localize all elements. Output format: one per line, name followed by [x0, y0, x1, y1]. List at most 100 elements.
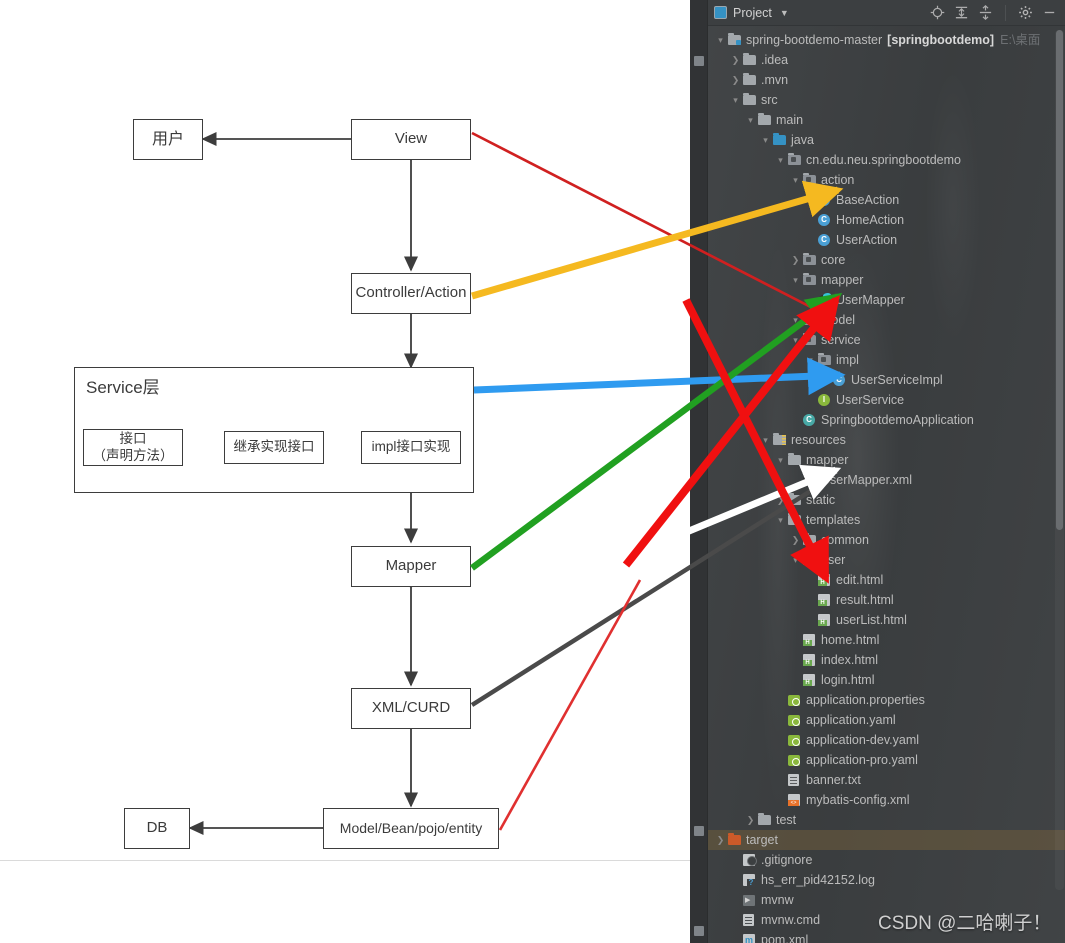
- html-icon: [802, 633, 817, 647]
- chevron-right-icon[interactable]: ❯: [744, 810, 757, 830]
- expand-all-icon[interactable]: [954, 5, 969, 20]
- tree-row-model[interactable]: ▾ model: [708, 310, 1065, 330]
- tree-row-cn-edu-neu-springbootdemo[interactable]: ▾ cn.edu.neu.springbootdemo: [708, 150, 1065, 170]
- tree-row-main[interactable]: ▾ main: [708, 110, 1065, 130]
- chevron-down-icon[interactable]: ▾: [774, 450, 787, 470]
- tree-row-static[interactable]: ❯ static: [708, 490, 1065, 510]
- chevron-right-icon[interactable]: ❯: [729, 70, 742, 90]
- chevron-down-icon[interactable]: ▾: [759, 430, 772, 450]
- tree-row-label: banner.txt: [806, 773, 861, 787]
- tree-row-application-yaml[interactable]: application.yaml: [708, 710, 1065, 730]
- diagram-box-user: 用户: [133, 119, 203, 160]
- tree-row-hs-err-pid42152-log[interactable]: hs_err_pid42152.log: [708, 870, 1065, 890]
- tree-row-springbootdemoapplication[interactable]: C SpringbootdemoApplication: [708, 410, 1065, 430]
- tree-row-usermapper-xml[interactable]: UserMapper.xml: [708, 470, 1065, 490]
- chevron-right-icon[interactable]: ❯: [714, 830, 727, 850]
- tree-row-application-properties[interactable]: application.properties: [708, 690, 1065, 710]
- chevron-down-icon[interactable]: ▾: [774, 150, 787, 170]
- tree-row-mvnw[interactable]: mvnw: [708, 890, 1065, 910]
- tree-row-label: static: [806, 493, 836, 507]
- project-title-group[interactable]: Project ▼: [708, 0, 789, 26]
- bookmarks-stripe-icon[interactable]: [694, 826, 704, 836]
- html-icon: [802, 653, 817, 667]
- tree-row-userserviceimpl[interactable]: C UserServiceImpl: [708, 370, 1065, 390]
- tree-row-userservice[interactable]: I UserService: [708, 390, 1065, 410]
- tree-row-home-html[interactable]: home.html: [708, 630, 1065, 650]
- tree-row-usermapper[interactable]: UserMapper: [708, 290, 1065, 310]
- tree-row-templates[interactable]: ▾ templates: [708, 510, 1065, 530]
- tree-row-core[interactable]: ❯ core: [708, 250, 1065, 270]
- project-tree[interactable]: ▾ spring-bootdemo-master [springbootdemo] E…: [708, 26, 1065, 943]
- locate-icon[interactable]: [930, 5, 945, 20]
- tree-row-label: mapper: [821, 273, 864, 287]
- chevron-down-icon[interactable]: ▾: [804, 350, 817, 370]
- tree-row-target[interactable]: ❯ target: [708, 830, 1065, 850]
- chevron-down-icon[interactable]: ▼: [780, 8, 789, 18]
- class-icon: C: [832, 373, 847, 387]
- folder-source-icon: [772, 133, 787, 147]
- chevron-down-icon[interactable]: ▾: [759, 130, 772, 150]
- tree-row-label: service: [821, 333, 861, 347]
- chevron-down-icon[interactable]: ▾: [774, 510, 787, 530]
- tree-row-application-pro-yaml[interactable]: application-pro.yaml: [708, 750, 1065, 770]
- tree-row-index-html[interactable]: index.html: [708, 650, 1065, 670]
- chevron-down-icon[interactable]: ▾: [744, 110, 757, 130]
- chevron-down-icon[interactable]: ▾: [789, 270, 802, 290]
- log-icon: [742, 873, 757, 887]
- tree-row-mapper[interactable]: ▾ mapper: [708, 270, 1065, 290]
- tree-row-homeaction[interactable]: C HomeAction: [708, 210, 1065, 230]
- tree-row-label: result.html: [836, 593, 894, 607]
- tree-row-label: pom.xml: [761, 933, 809, 943]
- tree-row-impl[interactable]: ▾ impl: [708, 350, 1065, 370]
- structure-stripe-icon[interactable]: [694, 926, 704, 936]
- chevron-right-icon[interactable]: ❯: [729, 50, 742, 70]
- tree-row-application-dev-yaml[interactable]: application-dev.yaml: [708, 730, 1065, 750]
- tree-row--mvn[interactable]: ❯ .mvn: [708, 70, 1065, 90]
- chevron-right-icon[interactable]: ❯: [789, 530, 802, 550]
- tree-row-label: .idea: [761, 53, 789, 67]
- tree-row-common[interactable]: ❯ common: [708, 530, 1065, 550]
- tree-row-mybatis-config-xml[interactable]: mybatis-config.xml: [708, 790, 1065, 810]
- package-icon: [817, 353, 832, 367]
- tree-row-login-html[interactable]: login.html: [708, 670, 1065, 690]
- tree-row--gitignore[interactable]: .gitignore: [708, 850, 1065, 870]
- chevron-down-icon[interactable]: ▾: [729, 90, 742, 110]
- tree-row-useraction[interactable]: C UserAction: [708, 230, 1065, 250]
- tree-row-baseaction[interactable]: C BaseAction: [708, 190, 1065, 210]
- tree-row-label: UserMapper.xml: [821, 473, 912, 487]
- tree-row-resources[interactable]: ▾ resources: [708, 430, 1065, 450]
- tree-row-user[interactable]: ▾ user: [708, 550, 1065, 570]
- project-stripe-icon[interactable]: [694, 56, 704, 66]
- collapse-all-icon[interactable]: [978, 5, 993, 20]
- tree-row-banner-txt[interactable]: banner.txt: [708, 770, 1065, 790]
- minimize-icon[interactable]: [1042, 5, 1057, 20]
- chevron-right-icon[interactable]: ❯: [789, 250, 802, 270]
- tree-row-label: application.properties: [806, 693, 925, 707]
- chevron-down-icon[interactable]: ▾: [789, 310, 802, 330]
- tree-row-label: user: [821, 553, 846, 567]
- ide-project-panel: Project Bookmarks Structure Project ▼: [690, 0, 1065, 943]
- tree-row-java[interactable]: ▾ java: [708, 130, 1065, 150]
- project-window-icon: [714, 6, 727, 19]
- package-icon: [802, 273, 817, 287]
- yaml-icon: [787, 713, 802, 727]
- tree-row-edit-html[interactable]: edit.html: [708, 570, 1065, 590]
- service-item-interface: 接口 （声明方法）: [83, 429, 183, 466]
- tree-row-service[interactable]: ▾ service: [708, 330, 1065, 350]
- tree-row-test[interactable]: ❯ test: [708, 810, 1065, 830]
- settings-gear-icon[interactable]: [1018, 5, 1033, 20]
- chevron-right-icon[interactable]: ❯: [774, 490, 787, 510]
- tree-scrollbar-thumb[interactable]: [1056, 30, 1063, 530]
- chevron-down-icon[interactable]: ▾: [714, 30, 727, 50]
- tree-row-spring-bootdemo-master[interactable]: ▾ spring-bootdemo-master [springbootdemo] E…: [708, 30, 1065, 50]
- tree-row-mapper[interactable]: ▾ mapper: [708, 450, 1065, 470]
- tree-row--idea[interactable]: ❯ .idea: [708, 50, 1065, 70]
- tree-row-src[interactable]: ▾ src: [708, 90, 1065, 110]
- tree-row-action[interactable]: ▾ action: [708, 170, 1065, 190]
- chevron-down-icon[interactable]: ▾: [789, 170, 802, 190]
- chevron-down-icon[interactable]: ▾: [789, 550, 802, 570]
- tree-scrollbar[interactable]: [1055, 30, 1064, 890]
- chevron-down-icon[interactable]: ▾: [789, 330, 802, 350]
- tree-row-userlist-html[interactable]: userList.html: [708, 610, 1065, 630]
- tree-row-result-html[interactable]: result.html: [708, 590, 1065, 610]
